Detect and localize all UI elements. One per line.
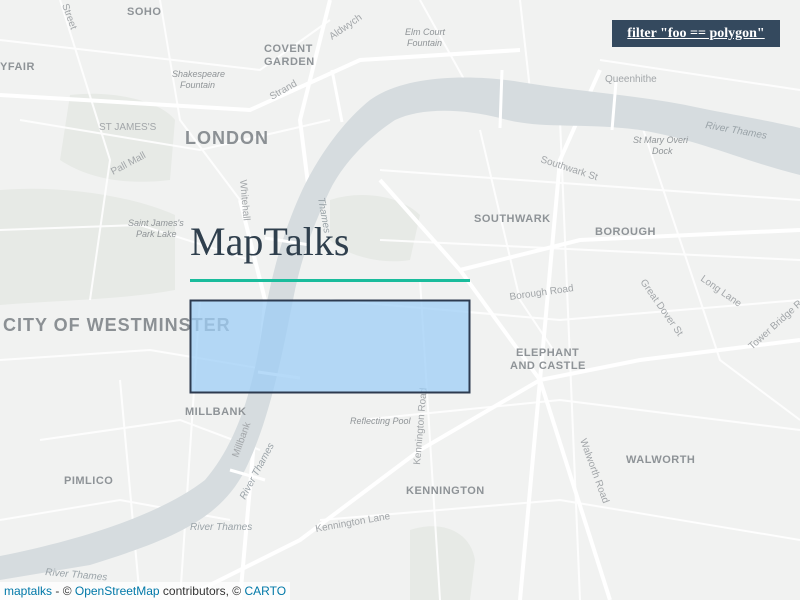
label-borough: BOROUGH — [595, 226, 656, 238]
label-pimlico: PIMLICO — [64, 475, 113, 487]
label-shakespeare-2: Fountain — [180, 80, 215, 90]
attribution-sep-2: contributors, © — [159, 584, 245, 598]
label-elephant-2: AND CASTLE — [510, 360, 586, 372]
maptalks-link[interactable]: maptalks — [4, 584, 52, 598]
polygon-geometry[interactable] — [189, 299, 471, 394]
label-st-mary-1: St Mary Overi — [633, 135, 689, 145]
attribution-sep-1: - © — [52, 584, 75, 598]
label-soho: SOHO — [127, 6, 161, 18]
label-reflecting-pool: Reflecting Pool — [350, 416, 412, 426]
label-covent-garden-1: COVENT — [264, 43, 313, 55]
carto-link[interactable]: CARTO — [244, 584, 286, 598]
basemap[interactable]: SOHO YFAIR COVENT GARDEN Elm Court Fount… — [0, 0, 800, 600]
label-london: LONDON — [185, 128, 269, 148]
label-shakespeare-1: Shakespeare — [172, 69, 225, 79]
label-queenhithe: Queenhithe — [605, 74, 657, 85]
label-st-james-park-1: Saint James's — [128, 218, 184, 228]
map-title: MapTalks — [190, 219, 350, 264]
title-underline — [190, 279, 470, 282]
attribution-bar: maptalks - © OpenStreetMap contributors,… — [0, 582, 291, 600]
label-covent-garden-2: GARDEN — [264, 56, 315, 68]
label-river-thames-s: River Thames — [190, 522, 252, 533]
label-mayfair: YFAIR — [0, 61, 35, 73]
label-elm-court-1: Elm Court — [405, 27, 446, 37]
label-walworth: WALWORTH — [626, 454, 695, 466]
label-st-james: ST JAMES'S — [99, 122, 157, 133]
label-kennington: KENNINGTON — [406, 485, 485, 497]
filter-button[interactable]: filter "foo == polygon" — [612, 20, 780, 47]
label-st-mary-2: Dock — [652, 146, 673, 156]
label-southwark: SOUTHWARK — [474, 213, 551, 225]
label-elephant-1: ELEPHANT — [516, 347, 579, 359]
openstreetmap-link[interactable]: OpenStreetMap — [75, 584, 160, 598]
label-st-james-park-2: Park Lake — [136, 229, 177, 239]
label-millbank: MILLBANK — [185, 406, 246, 418]
label-elm-court-2: Fountain — [407, 38, 442, 48]
